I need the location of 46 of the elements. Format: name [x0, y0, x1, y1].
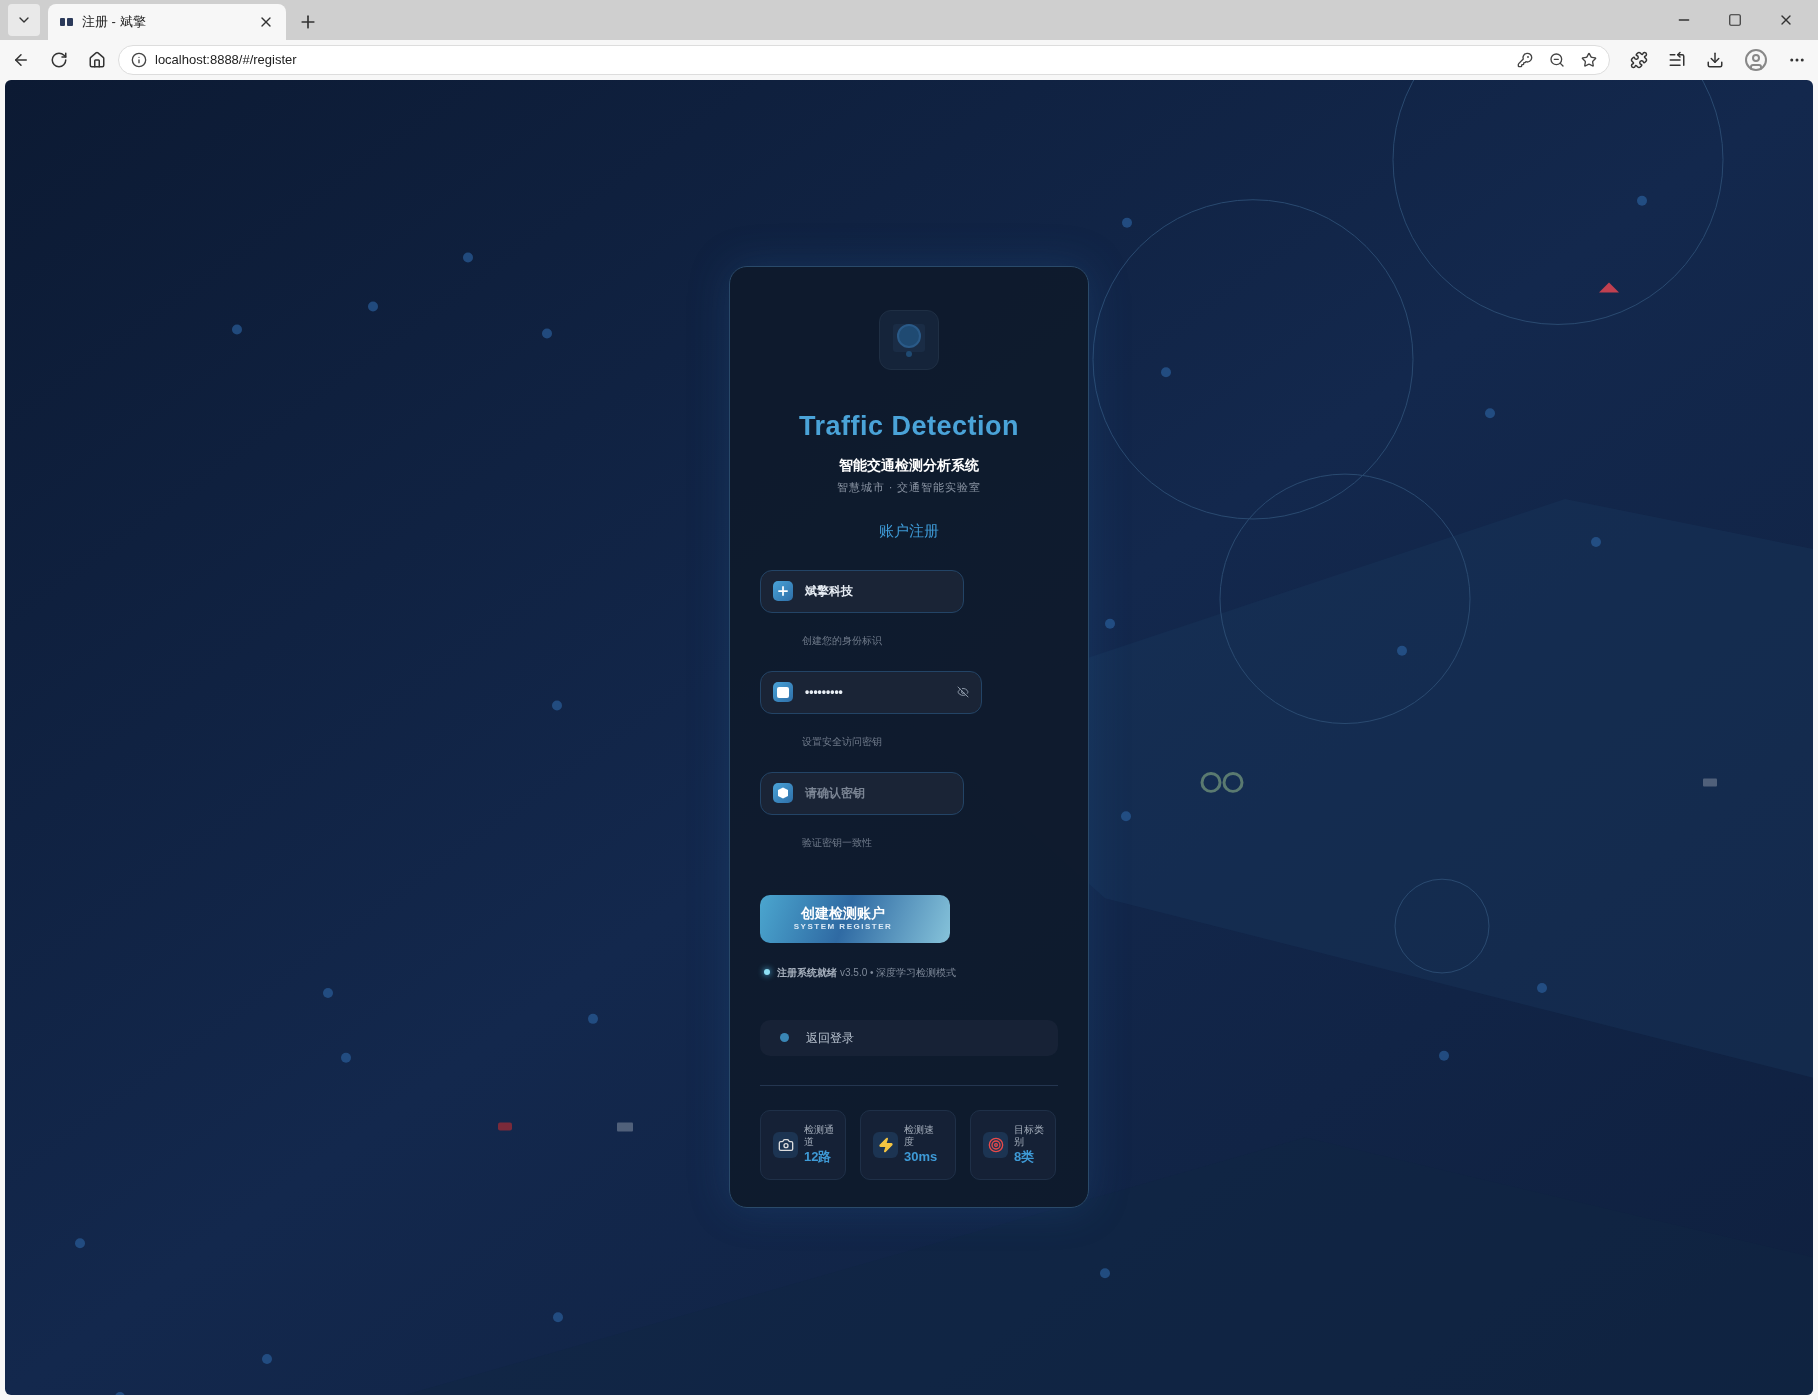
input-field[interactable]: 请确认密钥: [760, 771, 964, 815]
address-bar[interactable]: localhost:8888/#/register: [118, 45, 1610, 75]
form-heading: 账户注册: [878, 521, 940, 541]
target-icon: [987, 1136, 1004, 1153]
register-button[interactable]: 创建检测账户 SYSTEM REGISTER: [760, 894, 950, 943]
tab-title: 注册 - 斌擎: [82, 13, 147, 32]
site-info-icon[interactable]: [131, 52, 147, 68]
camera-logo-icon: [879, 310, 939, 370]
app-subtitle: 智能交通检测分析系统: [838, 455, 980, 475]
zoom-out-icon[interactable]: [1549, 52, 1565, 68]
favorites-icon[interactable]: [1668, 51, 1686, 69]
stat-value: 12路: [804, 1148, 833, 1166]
square-icon: [773, 682, 793, 702]
stat-label: 检测速度: [904, 1123, 935, 1149]
camera-icon: [777, 1136, 794, 1153]
profile-icon[interactable]: [1744, 48, 1768, 72]
stat-value: 8类: [1014, 1148, 1036, 1166]
field-hint: 设置安全访问密钥: [802, 734, 883, 749]
site-favicon-icon: [60, 17, 74, 27]
app-title: Traffic Detection: [797, 410, 1020, 443]
status-label: 注册系统就绪: [777, 965, 837, 980]
maximize-icon[interactable]: [1728, 13, 1742, 27]
home-icon[interactable]: [88, 51, 106, 69]
extensions-icon[interactable]: [1630, 51, 1648, 69]
field-hint: 创建您的身份标识: [802, 633, 883, 648]
eye-off-icon[interactable]: [957, 686, 969, 698]
browser-tab[interactable]: 注册 - 斌擎: [48, 4, 286, 40]
input-field[interactable]: •••••••••: [760, 670, 982, 714]
key-icon[interactable]: [1517, 52, 1533, 68]
input-field[interactable]: 斌擎科技: [760, 569, 964, 613]
lightning-icon: [877, 1136, 894, 1153]
url-text: localhost:8888/#/register: [155, 51, 298, 70]
stat-label: 目标类别: [1014, 1123, 1045, 1149]
back-icon[interactable]: [12, 51, 30, 69]
field-placeholder: 请确认密钥: [805, 785, 866, 802]
stat-value: 30ms: [904, 1148, 938, 1166]
plus-icon: [773, 581, 793, 601]
stat-label: 检测通道: [804, 1123, 835, 1149]
reload-icon[interactable]: [50, 51, 68, 69]
field-value: 斌擎科技: [805, 583, 854, 600]
favorite-icon[interactable]: [1581, 52, 1597, 68]
download-icon[interactable]: [1706, 51, 1724, 69]
status-detail: v3.5.0 • 深度学习检测模式: [840, 965, 957, 980]
back-to-login-link[interactable]: 返回登录: [760, 1019, 1058, 1056]
lab-name: 智慧城市 · 交通智能实验室: [835, 479, 983, 495]
field-value: •••••••••: [805, 684, 844, 701]
